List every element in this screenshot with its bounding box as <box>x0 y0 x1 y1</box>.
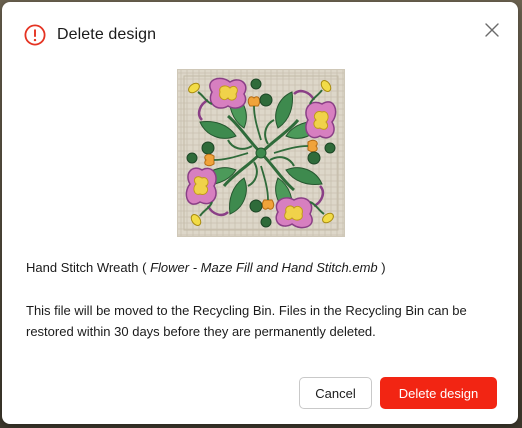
dialog-title: Delete design <box>57 26 157 43</box>
close-paren: ) <box>381 260 386 275</box>
design-file-name: Flower - Maze Fill and Hand Stitch.emb <box>150 260 378 275</box>
open-paren: ( <box>142 260 147 275</box>
design-details: Hand Stitch Wreath ( Flower - Maze Fill … <box>26 260 386 275</box>
design-thumbnail <box>177 69 345 237</box>
delete-design-dialog: Delete design Hand Stitch Wreath (Flowe… <box>2 2 518 424</box>
delete-design-button[interactable]: Delete design <box>380 377 497 409</box>
cancel-button[interactable]: Cancel <box>299 377 372 409</box>
dialog-header: Delete design <box>24 22 156 48</box>
warning-circle-icon <box>24 24 46 46</box>
close-button[interactable] <box>482 20 502 40</box>
delete-warning-message: This file will be moved to the Recycling… <box>26 303 467 339</box>
close-icon <box>485 23 499 37</box>
design-name: Hand Stitch Wreath <box>26 260 139 275</box>
